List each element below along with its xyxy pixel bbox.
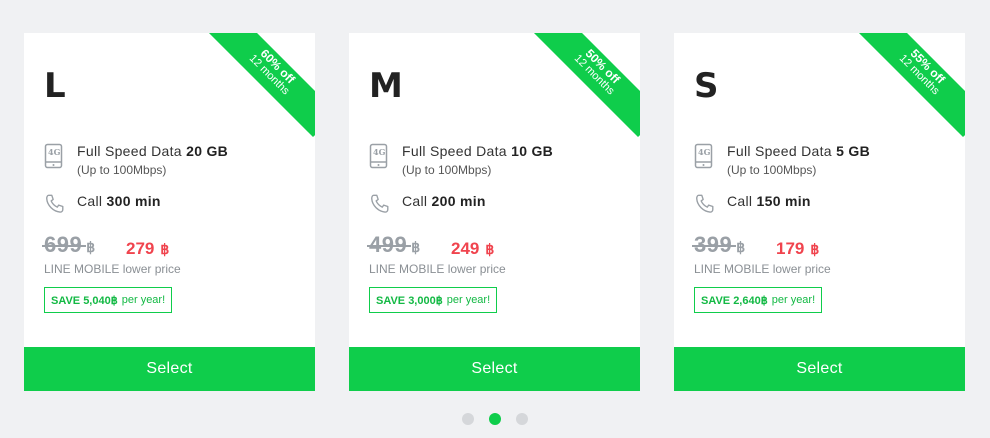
- call-feature: Call 300 min: [44, 193, 161, 221]
- select-button[interactable]: Select: [674, 347, 965, 391]
- original-price: 399 ฿: [692, 232, 746, 258]
- original-price: 499 ฿: [367, 232, 421, 258]
- savings-amount: SAVE 3,000฿: [376, 294, 443, 307]
- plan-name: M: [369, 66, 404, 106]
- currency-symbol: ฿: [86, 239, 96, 255]
- strikethrough-line: [42, 245, 86, 247]
- discounted-price: 179 ฿: [776, 239, 819, 259]
- data-amount: 20 GB: [186, 143, 229, 159]
- savings-amount: SAVE 2,640฿: [701, 294, 768, 307]
- strikethrough-line: [367, 245, 411, 247]
- savings-badge: SAVE 2,640฿ per year!: [694, 287, 823, 313]
- discounted-price-value: 179: [776, 239, 805, 258]
- lower-price-label: LINE MOBILE lower price: [44, 262, 181, 276]
- savings-suffix: per year!: [446, 294, 491, 306]
- lower-price-label: LINE MOBILE lower price: [694, 262, 831, 276]
- carousel-dot-2[interactable]: [489, 413, 501, 425]
- currency-symbol: ฿: [736, 239, 746, 255]
- savings-suffix: per year!: [121, 294, 166, 306]
- data-feature: 4G Full Speed Data 5 GB (Up to 100Mbps): [694, 143, 870, 177]
- 4g-phone-icon: 4G: [694, 143, 718, 171]
- data-label: Full Speed Data: [77, 143, 182, 159]
- plan-card-l: 60% off 12 months L 4G Full Speed Data 2…: [24, 33, 315, 391]
- discount-ribbon: 60% off 12 months: [206, 33, 315, 138]
- call-feature: Call 150 min: [694, 193, 811, 221]
- select-button[interactable]: Select: [24, 347, 315, 391]
- savings-badge: SAVE 5,040฿ per year!: [44, 287, 173, 313]
- plan-card-m: 50% off 12 months M 4G Full Speed Data 1…: [349, 33, 640, 391]
- discount-ribbon: 55% off 12 months: [856, 33, 965, 138]
- plan-name: S: [694, 66, 720, 106]
- data-speed: (Up to 100Mbps): [727, 163, 817, 177]
- data-label: Full Speed Data: [402, 143, 507, 159]
- carousel-pagination: [0, 413, 990, 425]
- 4g-phone-icon: 4G: [44, 143, 68, 171]
- call-label: Call: [402, 193, 428, 209]
- data-feature: 4G Full Speed Data 20 GB (Up to 100Mbps): [44, 143, 228, 177]
- discounted-price: 249 ฿: [451, 239, 494, 259]
- currency-symbol: ฿: [485, 241, 495, 257]
- carousel-dot-1[interactable]: [462, 413, 474, 425]
- phone-icon: [44, 193, 68, 221]
- currency-symbol: ฿: [160, 241, 170, 257]
- call-amount: 150 min: [756, 193, 811, 209]
- plan-card-s: 55% off 12 months S 4G Full Speed Data 5…: [674, 33, 965, 391]
- lower-price-label: LINE MOBILE lower price: [369, 262, 506, 276]
- discounted-price-value: 249: [451, 239, 480, 258]
- currency-symbol: ฿: [411, 239, 421, 255]
- savings-badge: SAVE 3,000฿ per year!: [369, 287, 498, 313]
- call-amount: 300 min: [106, 193, 161, 209]
- call-label: Call: [77, 193, 103, 209]
- strikethrough-line: [692, 245, 736, 247]
- carousel-dot-3[interactable]: [516, 413, 528, 425]
- data-amount: 10 GB: [511, 143, 554, 159]
- data-amount: 5 GB: [836, 143, 870, 159]
- discounted-price: 279 ฿: [126, 239, 169, 259]
- original-price: 699 ฿: [42, 232, 96, 258]
- plan-name: L: [44, 66, 67, 106]
- data-label: Full Speed Data: [727, 143, 832, 159]
- svg-text:4G: 4G: [698, 147, 711, 157]
- select-button[interactable]: Select: [349, 347, 640, 391]
- currency-symbol: ฿: [810, 241, 820, 257]
- discount-ribbon: 50% off 12 months: [531, 33, 640, 138]
- call-amount: 200 min: [431, 193, 486, 209]
- data-speed: (Up to 100Mbps): [402, 163, 492, 177]
- svg-text:4G: 4G: [48, 147, 61, 157]
- call-label: Call: [727, 193, 753, 209]
- phone-icon: [369, 193, 393, 221]
- call-feature: Call 200 min: [369, 193, 486, 221]
- svg-text:4G: 4G: [373, 147, 386, 157]
- discounted-price-value: 279: [126, 239, 155, 258]
- phone-icon: [694, 193, 718, 221]
- 4g-phone-icon: 4G: [369, 143, 393, 171]
- savings-amount: SAVE 5,040฿: [51, 294, 118, 307]
- data-feature: 4G Full Speed Data 10 GB (Up to 100Mbps): [369, 143, 553, 177]
- savings-suffix: per year!: [771, 294, 816, 306]
- data-speed: (Up to 100Mbps): [77, 163, 167, 177]
